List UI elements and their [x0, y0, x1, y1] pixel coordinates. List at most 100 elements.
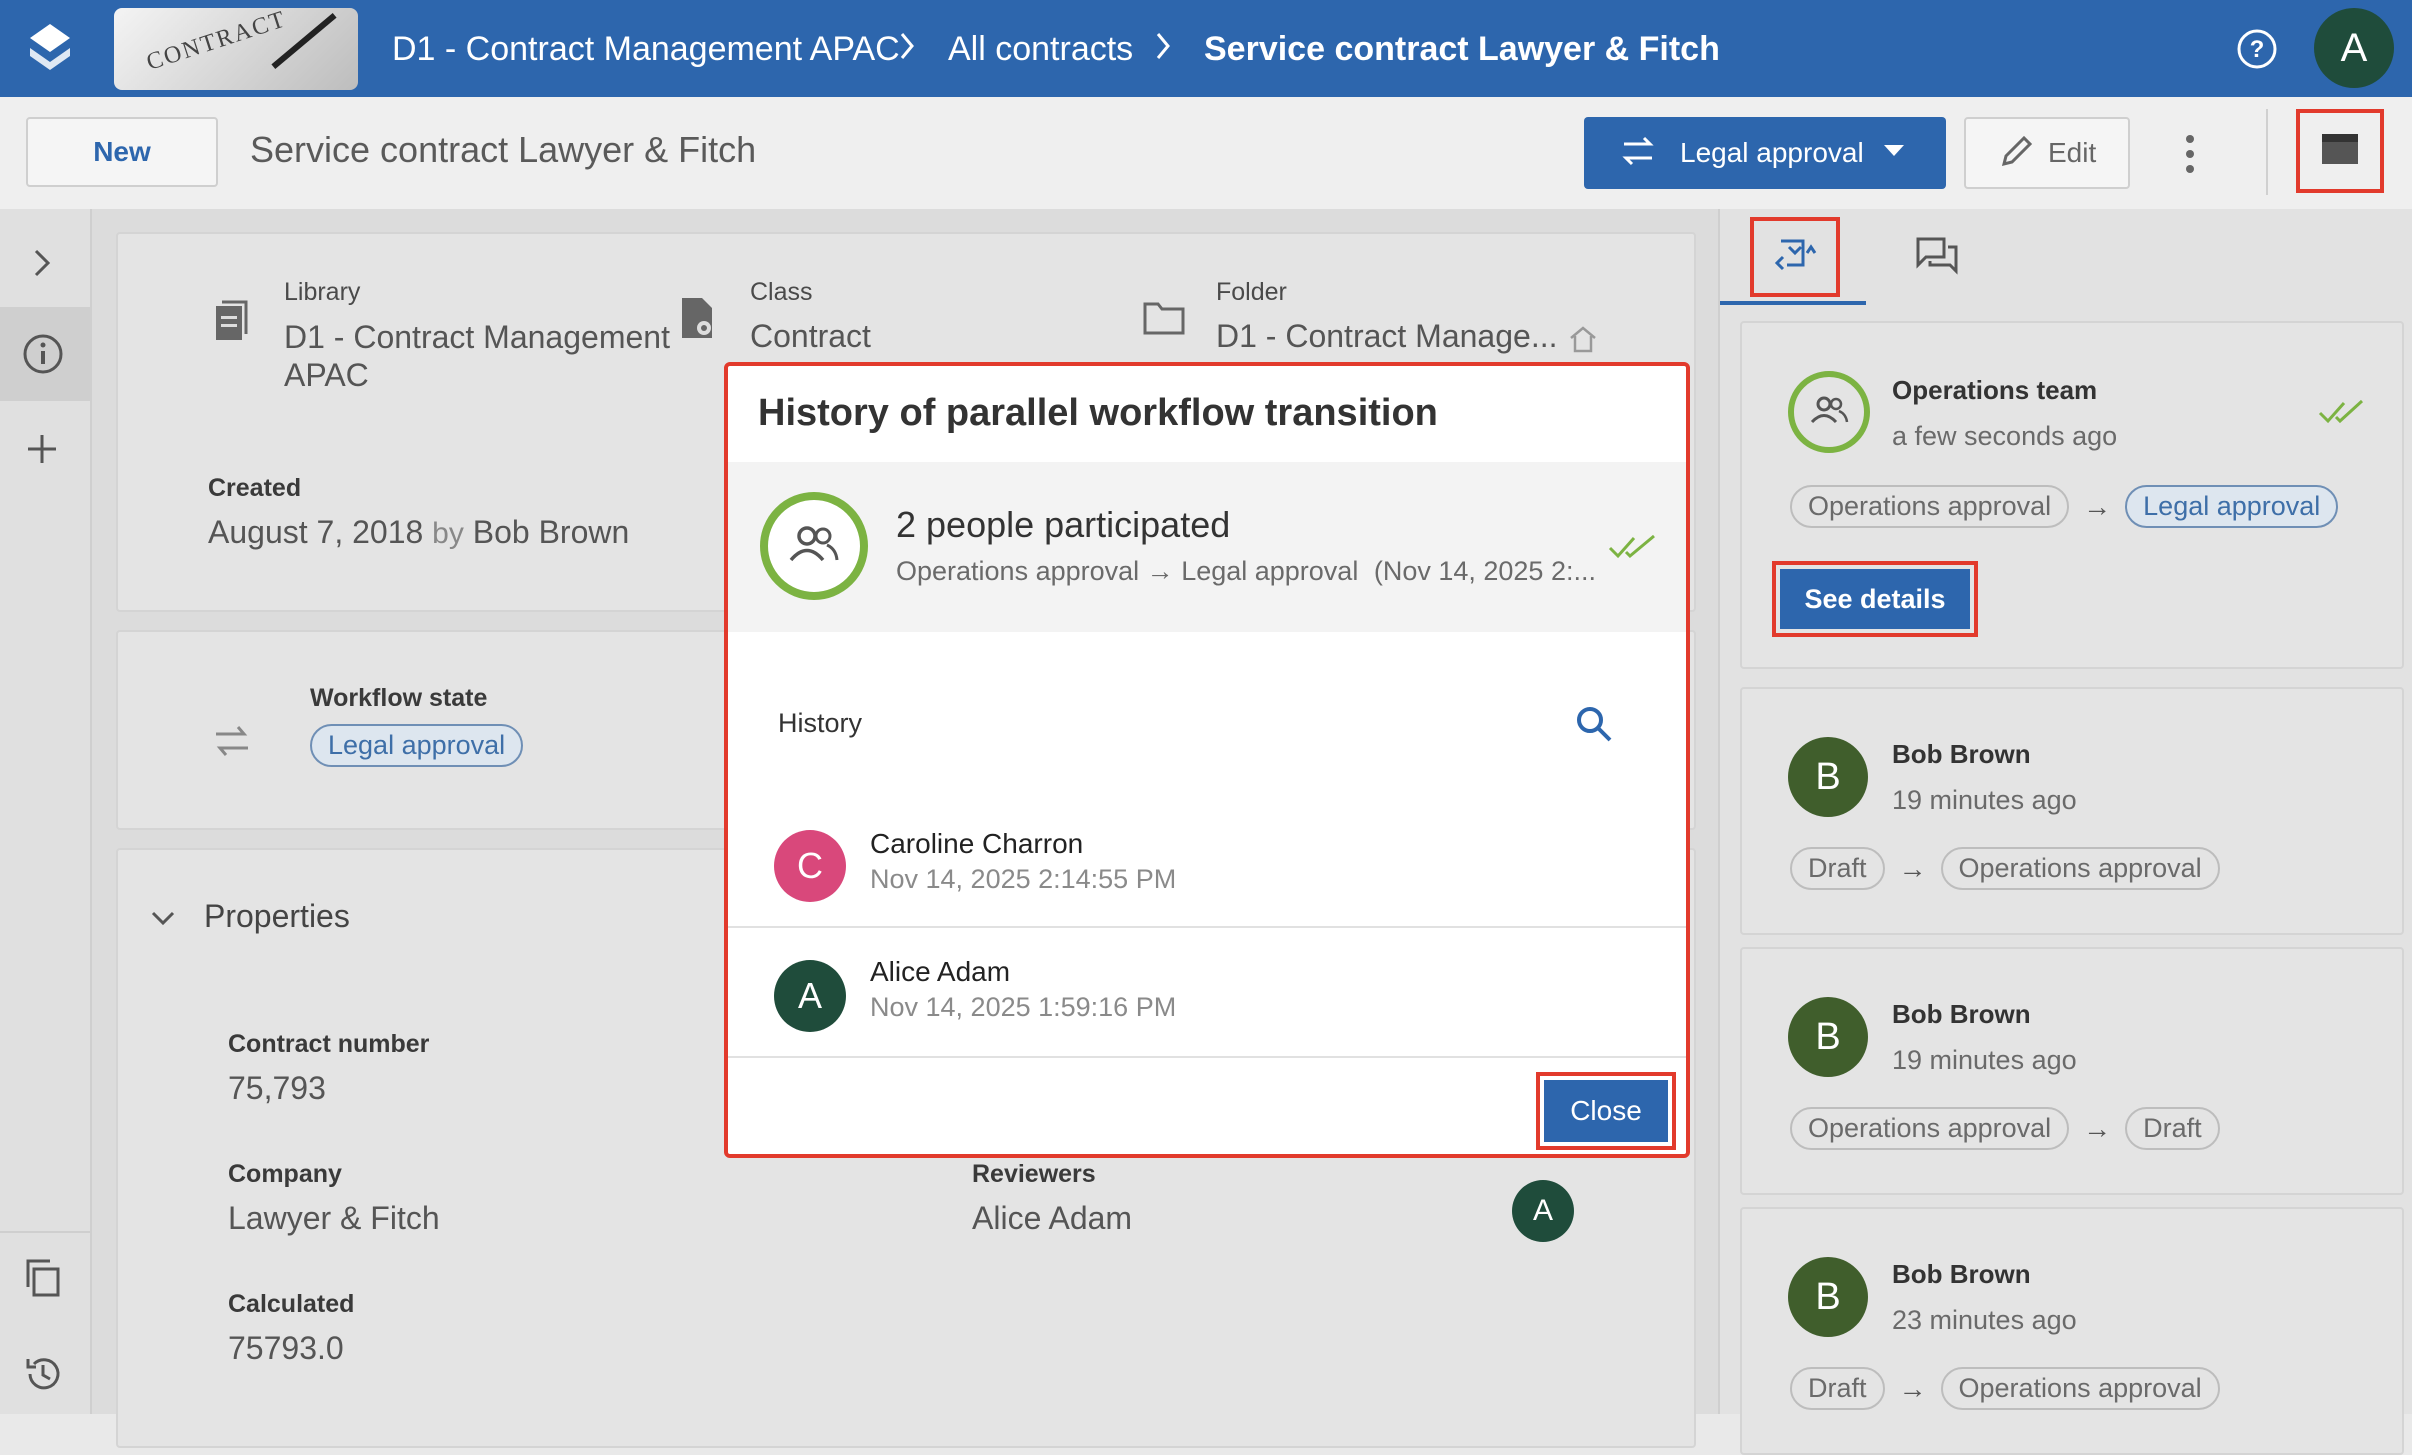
folder-label: Folder [1216, 278, 1287, 306]
library-value: D1 - Contract Management APAC [284, 319, 670, 393]
transition-row: Operations approval → Draft [1790, 1107, 2220, 1150]
library-icon [212, 296, 252, 349]
group-avatar [1788, 371, 1870, 453]
folder-value[interactable]: D1 - Contract Manage... [1216, 318, 1557, 355]
participants-count: 2 people participated [896, 504, 1231, 545]
history-entry-avatar: C [774, 830, 846, 902]
activity-title: Bob Brown [1892, 1259, 2031, 1289]
transition-row: Draft → Operations approval [1790, 847, 2220, 890]
activity-card: B Bob Brown 23 minutes ago Draft → Opera… [1740, 1207, 2404, 1455]
arrow-text: → [2083, 490, 2112, 522]
arrow-text: → [1898, 852, 1927, 884]
breadcrumb-all-contracts[interactable]: All contracts [948, 30, 1133, 69]
from-state-pill: Draft [1790, 847, 1885, 890]
activity-card: B Bob Brown 19 minutes ago Operations ap… [1740, 947, 2404, 1195]
transition-icon [212, 722, 252, 765]
transition-arrow: → [1146, 556, 1174, 586]
class-value: Contract [750, 318, 871, 354]
app-logo-icon[interactable] [26, 22, 74, 74]
panel-toggle-button[interactable] [2296, 109, 2384, 193]
transition-time: (Nov 14, 2025 2:... [1373, 556, 1596, 586]
more-vertical-icon[interactable] [2180, 133, 2200, 175]
to-state-pill: Operations approval [1940, 1367, 2220, 1410]
left-rail [0, 209, 92, 1414]
reviewers-value: Alice Adam [972, 1200, 1133, 1236]
group-icon [788, 525, 840, 568]
workflow-history-icon [1773, 233, 1817, 282]
transition-to: Legal approval [1181, 556, 1359, 586]
history-entry-time: Nov 14, 2025 1:59:16 PM [870, 992, 1177, 1022]
workflow-button[interactable]: Legal approval [1584, 117, 1946, 189]
svg-text:?: ? [2250, 36, 2265, 63]
edit-button-label: Edit [2048, 137, 2097, 168]
workflow-button-label: Legal approval [1680, 137, 1864, 168]
activity-avatar: B [1788, 997, 1868, 1077]
group-avatar [760, 492, 868, 600]
created-label: Created [208, 474, 302, 502]
document-title: Service contract Lawyer & Fitch [250, 129, 757, 170]
transition-summary: Operations approval → Legal approval (No… [896, 556, 1596, 587]
panel-icon [2320, 132, 2360, 171]
workflow-state-pill: Legal approval [310, 724, 524, 767]
rail-divider [0, 1231, 90, 1233]
add-icon[interactable] [24, 431, 60, 472]
created-date: August 7, 2018 [208, 514, 424, 550]
toolbar: New Service contract Lawyer & Fitch Lega… [0, 97, 2412, 211]
transition-icon [1620, 134, 1656, 173]
calculated-label: Calculated [228, 1290, 355, 1318]
new-button[interactable]: New [26, 117, 218, 187]
thumbnail-text: CONTRACT [143, 8, 290, 76]
properties-title[interactable]: Properties [204, 898, 350, 935]
activity-card: Operations team a few seconds ago Operat… [1740, 321, 2404, 669]
user-avatar[interactable]: A [2314, 8, 2394, 88]
tab-workflow-history[interactable] [1750, 217, 1840, 297]
copy-icon[interactable] [22, 1257, 64, 1304]
history-dialog: History of parallel workflow transition … [724, 362, 1690, 1158]
breadcrumb-library[interactable]: D1 - Contract Management APAC [392, 30, 900, 69]
divider [728, 1056, 1686, 1058]
reviewers-label: Reviewers [972, 1160, 1096, 1188]
reviewer-avatar[interactable]: A [1512, 1180, 1574, 1242]
info-icon [22, 333, 64, 380]
to-state-pill: Legal approval [2125, 485, 2339, 528]
folder-icon [1142, 298, 1186, 341]
double-check-icon [2318, 397, 2368, 432]
top-bar: CONTRACT D1 - Contract Management APAC A… [0, 0, 2412, 97]
caret-down-icon [1883, 144, 1904, 162]
transition-row: Draft → Operations approval [1790, 1367, 2220, 1410]
history-label: History [778, 708, 863, 738]
arrow-text: → [1898, 1372, 1927, 1404]
activity-time: 19 minutes ago [1892, 1045, 2077, 1075]
calculated-value: 75793.0 [228, 1330, 344, 1366]
history-entry-time: Nov 14, 2025 2:14:55 PM [870, 864, 1177, 894]
search-icon[interactable] [1574, 704, 1614, 749]
class-icon [678, 294, 718, 347]
activity-time: a few seconds ago [1892, 421, 2118, 451]
history-entry: A Alice Adam Nov 14, 2025 1:59:16 PM [728, 932, 1686, 1058]
history-icon[interactable] [22, 1353, 64, 1400]
see-details-button[interactable]: See details [1780, 569, 1970, 629]
activity-panel: Operations team a few seconds ago Operat… [1718, 209, 2412, 1455]
help-icon[interactable]: ? [2236, 28, 2278, 70]
edit-button[interactable]: Edit [1964, 117, 2130, 189]
expand-chevron-icon[interactable] [30, 245, 54, 286]
chevron-down-icon[interactable] [148, 908, 178, 933]
library-label: Library [284, 278, 361, 306]
created-value: August 7, 2018 by Bob Brown [208, 514, 629, 551]
transition-from: Operations approval [896, 556, 1140, 586]
from-state-pill: Draft [1790, 1367, 1885, 1410]
activity-card: B Bob Brown 19 minutes ago Draft → Opera… [1740, 687, 2404, 935]
chevron-right-icon [1154, 28, 1174, 73]
created-user[interactable]: Bob Brown [473, 514, 630, 550]
tab-comments[interactable] [1914, 235, 1960, 282]
history-entry: C Caroline Charron Nov 14, 2025 2:14:55 … [728, 806, 1686, 932]
created-by-text: by [432, 517, 464, 550]
activity-time: 19 minutes ago [1892, 785, 2077, 815]
to-state-pill: Draft [2125, 1107, 2220, 1150]
activity-title: Operations team [1892, 375, 2098, 405]
active-tab-indicator [1720, 301, 1866, 305]
info-rail-item[interactable] [0, 307, 90, 401]
close-button[interactable]: Close [1544, 1080, 1668, 1142]
chevron-right-icon [898, 28, 918, 73]
home-icon[interactable] [1568, 324, 1598, 359]
